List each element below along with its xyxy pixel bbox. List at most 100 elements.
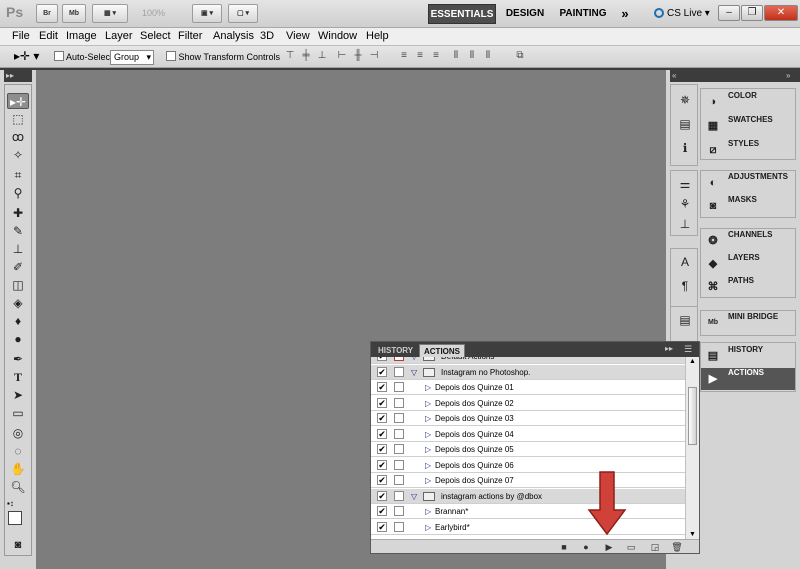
- brush-tool-icon[interactable]: ✎: [7, 223, 29, 239]
- shape-tool-icon[interactable]: ▭: [7, 405, 29, 421]
- action-row[interactable]: ✔ ▷ Depois dos Quinze 04: [371, 427, 685, 442]
- blur-tool-icon[interactable]: ♦: [7, 313, 29, 329]
- action-row[interactable]: ✔ ▷ Depois dos Quinze 01: [371, 380, 685, 395]
- expand-dock-icon[interactable]: »: [786, 70, 790, 82]
- zoom-level[interactable]: 100%: [136, 5, 186, 22]
- dock-masks[interactable]: ◙ MASKS: [701, 195, 795, 217]
- more-workspaces-button[interactable]: »: [616, 4, 634, 24]
- auto-select-option[interactable]: Auto-Select:: [54, 51, 115, 62]
- swap-colors-icon[interactable]: ▪↕: [7, 499, 14, 508]
- toggle-item-checkbox[interactable]: ✔: [377, 366, 387, 377]
- expand-action-icon[interactable]: ▷: [425, 520, 431, 535]
- distribute-bottom-icon[interactable]: ≡: [430, 50, 442, 62]
- play-selection-icon[interactable]: ▶: [603, 541, 615, 553]
- view-extras-dropdown[interactable]: ▦ ▾: [92, 4, 128, 23]
- character-icon[interactable]: A: [678, 255, 692, 269]
- auto-align-layers-icon[interactable]: ⧉: [514, 50, 526, 62]
- actions-scrollbar[interactable]: ▲ ▼: [685, 357, 699, 539]
- record-icon[interactable]: ●: [580, 541, 592, 553]
- expand-set-icon[interactable]: ▽: [411, 357, 417, 364]
- 3d-rotate-tool-icon[interactable]: ◎: [7, 425, 29, 441]
- expand-action-icon[interactable]: ▷: [425, 458, 431, 473]
- dock-channels[interactable]: ❂ CHANNELS: [701, 230, 795, 252]
- menu-edit[interactable]: Edit: [39, 30, 58, 42]
- eyedropper-tool-icon[interactable]: ⚲: [7, 185, 29, 201]
- launch-mini-bridge-button[interactable]: Mb: [62, 4, 86, 23]
- distribute-left-icon[interactable]: ⫴: [450, 50, 462, 62]
- action-row[interactable]: ✔ ▷ Depois dos Quinze 07: [371, 473, 685, 488]
- menu-help[interactable]: Help: [366, 30, 389, 42]
- expand-action-icon[interactable]: ▷: [425, 396, 431, 411]
- 3d-orbit-tool-icon[interactable]: ◌: [7, 443, 29, 459]
- workspace-design[interactable]: DESIGN: [500, 4, 550, 24]
- toggle-item-checkbox[interactable]: ✔: [377, 382, 387, 392]
- toggle-item-checkbox[interactable]: ✔: [377, 428, 387, 439]
- new-action-icon[interactable]: ◲: [649, 541, 661, 553]
- collapse-dock-icon[interactable]: «: [672, 70, 676, 82]
- hand-tool-icon[interactable]: ✋: [7, 461, 29, 477]
- toggle-dialog-checkbox[interactable]: [394, 459, 404, 470]
- dock-paths[interactable]: ⌘ PATHS: [701, 276, 795, 298]
- show-transform-option[interactable]: Show Transform Controls: [166, 51, 280, 62]
- expand-action-icon[interactable]: ▷: [425, 427, 431, 442]
- align-hcenter-icon[interactable]: ╫: [352, 50, 364, 62]
- dock-layers[interactable]: ◆ LAYERS: [701, 253, 795, 275]
- expand-action-icon[interactable]: ▷: [425, 442, 431, 457]
- screen-mode-dropdown[interactable]: ▢ ▾: [228, 4, 258, 23]
- auto-select-checkbox[interactable]: [54, 51, 64, 61]
- menu-filter[interactable]: Filter: [178, 30, 202, 42]
- menu-window[interactable]: Window: [318, 30, 357, 42]
- delete-icon[interactable]: 🗑︎: [671, 541, 683, 553]
- stop-recording-icon[interactable]: ■: [558, 541, 570, 553]
- show-transform-checkbox[interactable]: [166, 51, 176, 61]
- toggle-dialog-checkbox[interactable]: [394, 490, 404, 501]
- action-row[interactable]: ✔ ▷ Brannan*: [371, 504, 685, 519]
- align-bottom-icon[interactable]: ⊥: [316, 50, 328, 62]
- menu-3d[interactable]: 3D: [260, 30, 274, 42]
- move-tool-icon[interactable]: ▸✛: [7, 93, 29, 109]
- launch-bridge-button[interactable]: Br: [36, 4, 58, 23]
- dock-adjustments[interactable]: ◐ ADJUSTMENTS: [701, 172, 795, 194]
- eraser-tool-icon[interactable]: ◫: [7, 277, 29, 293]
- lasso-tool-icon[interactable]: ꝏ: [7, 129, 29, 145]
- minimize-button[interactable]: –: [718, 5, 740, 21]
- tab-history[interactable]: HISTORY: [374, 344, 417, 357]
- close-button[interactable]: ✕: [764, 5, 798, 21]
- info-icon[interactable]: ℹ: [678, 141, 692, 155]
- crop-tool-icon[interactable]: ⌗: [7, 167, 29, 183]
- arrange-documents-dropdown[interactable]: ▣ ▾: [192, 4, 222, 23]
- history-brush-tool-icon[interactable]: ✐: [7, 259, 29, 275]
- toolbox-collapse-icon[interactable]: ▸▸: [4, 70, 32, 82]
- toggle-dialog-checkbox[interactable]: [394, 366, 404, 377]
- toggle-dialog-checkbox[interactable]: [394, 475, 404, 485]
- align-vcenter-icon[interactable]: ╪: [300, 50, 312, 62]
- toggle-item-checkbox[interactable]: ✔: [377, 506, 387, 516]
- align-left-icon[interactable]: ⊢: [336, 50, 348, 62]
- distribute-vcenter-icon[interactable]: ≡: [414, 50, 426, 62]
- toggle-dialog-checkbox[interactable]: [394, 521, 404, 532]
- toggle-dialog-checkbox[interactable]: [394, 428, 404, 439]
- toggle-item-checkbox[interactable]: ✔: [377, 475, 387, 485]
- navigator-icon[interactable]: ✵: [678, 93, 692, 107]
- marquee-tool-icon[interactable]: ⬚: [7, 111, 29, 127]
- dock-history[interactable]: ▤ HISTORY: [701, 345, 795, 367]
- toggle-item-checkbox[interactable]: ✔: [377, 521, 387, 532]
- tab-actions[interactable]: ACTIONS: [419, 344, 465, 357]
- distribute-right-icon[interactable]: ⫴: [482, 50, 494, 62]
- notes-icon[interactable]: ▤: [678, 313, 692, 327]
- type-tool-icon[interactable]: T: [7, 369, 29, 385]
- expand-set-icon[interactable]: ▽: [411, 489, 417, 504]
- menu-analysis[interactable]: Analysis: [213, 30, 254, 42]
- action-row[interactable]: ✔ ▷ Earlybird*: [371, 520, 685, 535]
- menu-view[interactable]: View: [286, 30, 310, 42]
- scroll-down-icon[interactable]: ▼: [689, 531, 696, 538]
- scroll-thumb[interactable]: [688, 387, 697, 445]
- action-row[interactable]: ✔ ▷ Depois dos Quinze 02: [371, 396, 685, 411]
- auto-select-dropdown[interactable]: Group ▾: [110, 50, 154, 65]
- healing-brush-tool-icon[interactable]: ✚: [7, 205, 29, 221]
- distribute-hcenter-icon[interactable]: ⫴: [466, 50, 478, 62]
- new-set-icon[interactable]: ▭: [625, 541, 637, 553]
- dock-actions[interactable]: ▶ ACTIONS: [701, 368, 795, 390]
- action-row[interactable]: ✔ ▷ Depois dos Quinze 05: [371, 442, 685, 457]
- workspace-essentials[interactable]: ESSENTIALS: [428, 4, 496, 24]
